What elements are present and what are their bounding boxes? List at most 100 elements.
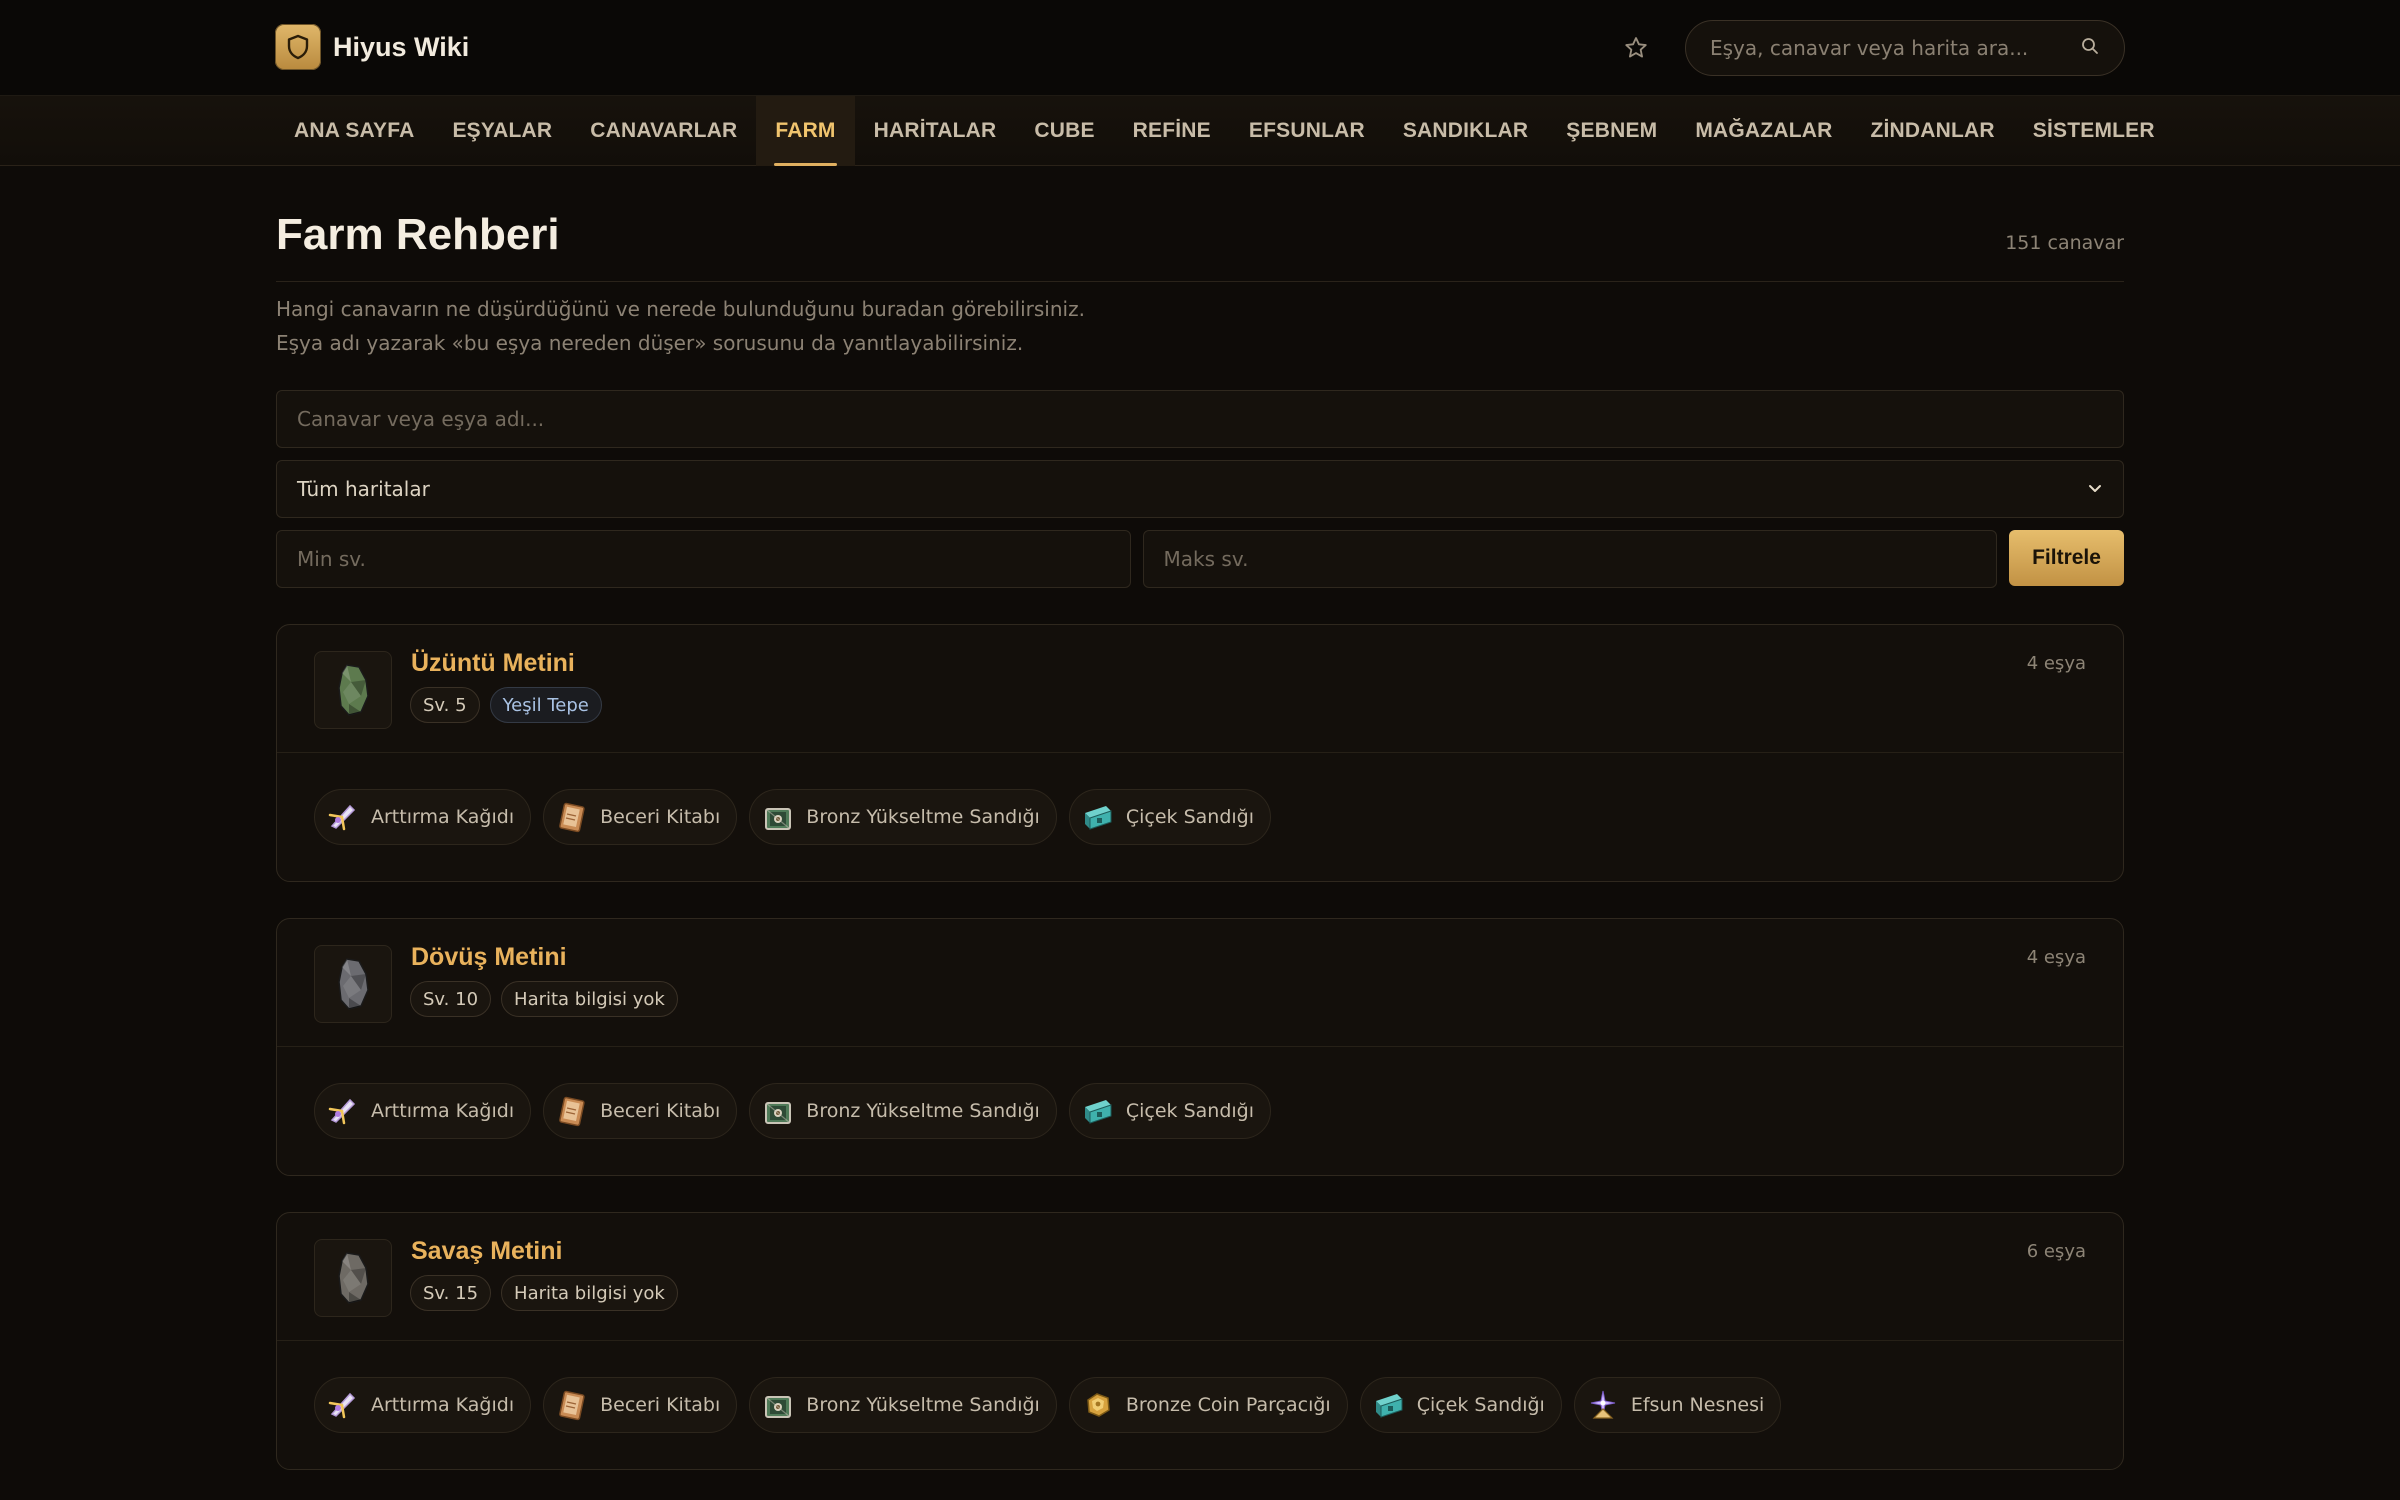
drop-item-chip[interactable]: Bronz Yükseltme Sandığı bbox=[749, 789, 1057, 845]
drop-item-label: Bronze Coin Parçacığı bbox=[1125, 1394, 1331, 1416]
drop-item-label: Bronz Yükseltme Sandığı bbox=[806, 806, 1040, 828]
favorites-star-icon[interactable] bbox=[1620, 32, 1652, 64]
scroll-icon bbox=[325, 1387, 361, 1423]
coin-icon bbox=[1080, 1387, 1116, 1423]
teal-chest-icon bbox=[1080, 799, 1116, 835]
drop-item-label: Beceri Kitabı bbox=[600, 1100, 721, 1122]
level-filter-row: Filtrele bbox=[276, 530, 2124, 588]
drop-item-label: Efsun Nesnesi bbox=[1630, 1394, 1765, 1416]
filter-panel: Tüm haritalar Filtrele bbox=[276, 390, 2124, 588]
drop-item-chip[interactable]: Bronz Yükseltme Sandığı bbox=[749, 1377, 1057, 1433]
nav-item-efsunlar[interactable]: EFSUNLAR bbox=[1230, 96, 1384, 166]
nav-item-eşyalar[interactable]: EŞYALAR bbox=[433, 96, 571, 166]
drop-item-label: Beceri Kitabı bbox=[600, 806, 721, 828]
drop-item-chip[interactable]: Efsun Nesnesi bbox=[1573, 1377, 1782, 1433]
book-icon bbox=[554, 1093, 590, 1129]
monster-tags: Sv. 15 Harita bilgisi yok bbox=[410, 1275, 678, 1311]
chest-icon bbox=[760, 1387, 796, 1423]
monster-card-header: Savaş Metini Sv. 15 Harita bilgisi yok 6 eş… bbox=[277, 1213, 2123, 1341]
monster-tags: Sv. 10 Harita bilgisi yok bbox=[410, 981, 678, 1017]
search-icon[interactable] bbox=[2080, 36, 2100, 60]
drop-list: Arttırma Kağıdı Beceri Kitabı Bronz Yüksel… bbox=[277, 1341, 2123, 1469]
nav-item-mağazalar[interactable]: MAĞAZALAR bbox=[1676, 96, 1851, 166]
drop-item-chip[interactable]: Beceri Kitabı bbox=[543, 789, 738, 845]
monster-card-header: Dövüş Metini Sv. 10 Harita bilgisi yok 4 eş… bbox=[277, 919, 2123, 1047]
main-nav: ANA SAYFA EŞYALAR CANAVARLAR FARM HARİTALAR C… bbox=[0, 96, 2400, 166]
scroll-icon bbox=[325, 799, 361, 835]
drop-count: 6 eşya bbox=[2026, 1241, 2086, 1262]
drop-item-chip[interactable]: Bronz Yükseltme Sandığı bbox=[749, 1083, 1057, 1139]
metin-stone-icon bbox=[314, 1239, 392, 1317]
drop-count: 4 eşya bbox=[2026, 947, 2086, 968]
teal-chest-icon bbox=[1371, 1387, 1407, 1423]
monster-name[interactable]: Savaş Metini bbox=[411, 1237, 562, 1266]
monster-count: 151 canavar bbox=[2005, 232, 2124, 254]
monster-name[interactable]: Üzüntü Metini bbox=[411, 649, 575, 678]
search-field bbox=[276, 390, 2124, 448]
drop-item-chip[interactable]: Arttırma Kağıdı bbox=[314, 789, 532, 845]
monster-card-header: Üzüntü Metini Sv. 5 Yeşil Tepe 4 eşya bbox=[277, 625, 2123, 753]
drop-count: 4 eşya bbox=[2026, 653, 2086, 674]
drop-item-chip[interactable]: Beceri Kitabı bbox=[543, 1377, 738, 1433]
max-level-input[interactable] bbox=[1163, 547, 1977, 571]
chest-icon bbox=[760, 799, 796, 835]
drop-item-chip[interactable]: Çiçek Sandığı bbox=[1359, 1377, 1562, 1433]
metin-stone-icon bbox=[314, 651, 392, 729]
drop-item-label: Çiçek Sandığı bbox=[1125, 1100, 1254, 1122]
chevron-down-icon bbox=[2087, 477, 2103, 501]
monster-name[interactable]: Dövüş Metini bbox=[411, 943, 567, 972]
page-title: Farm Rehberi bbox=[276, 210, 560, 259]
drop-item-chip[interactable]: Bronze Coin Parçacığı bbox=[1068, 1377, 1348, 1433]
drop-item-label: Arttırma Kağıdı bbox=[371, 1100, 515, 1122]
book-icon bbox=[554, 1387, 590, 1423]
level-badge: Sv. 5 bbox=[410, 687, 480, 723]
drop-item-chip[interactable]: Arttırma Kağıdı bbox=[314, 1083, 532, 1139]
global-search bbox=[1685, 20, 2125, 76]
farm-content: Farm Rehberi 151 canavar Hangi canavarın… bbox=[276, 166, 2124, 1470]
monster-card: Dövüş Metini Sv. 10 Harita bilgisi yok 4 eş… bbox=[276, 918, 2124, 1176]
max-level-field bbox=[1142, 530, 1998, 588]
drop-item-chip[interactable]: Arttırma Kağıdı bbox=[314, 1377, 532, 1433]
drop-item-label: Çiçek Sandığı bbox=[1125, 806, 1254, 828]
filter-button[interactable]: Filtrele bbox=[2009, 530, 2124, 586]
drop-item-label: Arttırma Kağıdı bbox=[371, 1394, 515, 1416]
chest-icon bbox=[760, 1093, 796, 1129]
shield-icon bbox=[275, 24, 321, 70]
drop-list: Arttırma Kağıdı Beceri Kitabı Bronz Yüksel… bbox=[277, 753, 2123, 881]
min-level-input[interactable] bbox=[297, 547, 1110, 571]
monster-list: Üzüntü Metini Sv. 5 Yeşil Tepe 4 eşya Arttır… bbox=[276, 624, 2124, 1470]
enchant-icon bbox=[1585, 1387, 1621, 1423]
nav-item-cube[interactable]: CUBE bbox=[1015, 96, 1113, 166]
drop-item-label: Bronz Yükseltme Sandığı bbox=[806, 1100, 1040, 1122]
book-icon bbox=[554, 799, 590, 835]
level-badge: Sv. 15 bbox=[410, 1275, 492, 1311]
map-select[interactable]: Tüm haritalar bbox=[276, 460, 2124, 518]
nav-item-si̇stemler[interactable]: SİSTEMLER bbox=[2014, 96, 2174, 166]
metin-stone-icon bbox=[314, 945, 392, 1023]
drop-item-chip[interactable]: Çiçek Sandığı bbox=[1068, 789, 1271, 845]
global-search-input[interactable] bbox=[1710, 36, 2080, 60]
nav-item-sandiklar[interactable]: SANDIKLAR bbox=[1384, 96, 1547, 166]
monster-search-input[interactable] bbox=[297, 407, 2103, 431]
drop-item-chip[interactable]: Çiçek Sandığı bbox=[1068, 1083, 1271, 1139]
map-badge[interactable]: Yeşil Tepe bbox=[489, 687, 602, 723]
top-bar: Hiyus Wiki bbox=[0, 0, 2400, 96]
brand-title: Hiyus Wiki bbox=[333, 31, 470, 62]
page-description: Hangi canavarın ne düşürdüğünü ve nerede… bbox=[276, 297, 1085, 355]
nav-item-farm[interactable]: FARM bbox=[756, 96, 855, 166]
nav-item-refi̇ne[interactable]: REFİNE bbox=[1114, 96, 1230, 166]
drop-item-chip[interactable]: Beceri Kitabı bbox=[543, 1083, 738, 1139]
logo[interactable]: Hiyus Wiki bbox=[275, 24, 469, 70]
nav-item-hari̇talar[interactable]: HARİTALAR bbox=[855, 96, 1016, 166]
min-level-field bbox=[276, 530, 1131, 588]
monster-card: Üzüntü Metini Sv. 5 Yeşil Tepe 4 eşya Arttır… bbox=[276, 624, 2124, 882]
nav-item-canavarlar[interactable]: CANAVARLAR bbox=[571, 96, 756, 166]
nav-item-ana-sayfa[interactable]: ANA SAYFA bbox=[275, 96, 433, 166]
nav-item-zi̇ndanlar[interactable]: ZİNDANLAR bbox=[1851, 96, 2013, 166]
monster-card: Savaş Metini Sv. 15 Harita bilgisi yok 6 eş… bbox=[276, 1212, 2124, 1470]
nav-items: ANA SAYFA EŞYALAR CANAVARLAR FARM HARİTALAR C… bbox=[275, 96, 2174, 166]
nav-item-şebnem[interactable]: ŞEBNEM bbox=[1547, 96, 1676, 166]
map-select-value: Tüm haritalar bbox=[297, 477, 430, 501]
map-badge: Harita bilgisi yok bbox=[501, 981, 678, 1017]
drop-list: Arttırma Kağıdı Beceri Kitabı Bronz Yüksel… bbox=[277, 1047, 2123, 1175]
